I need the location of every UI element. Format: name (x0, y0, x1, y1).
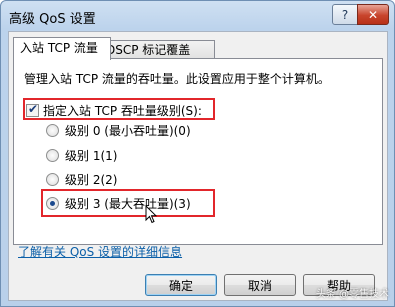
cancel-button[interactable]: 取消 (224, 274, 296, 296)
window-title: 高级 QoS 设置 (9, 12, 96, 27)
description-text: 管理入站 TCP 流量的吞吐量。此设置应用于整个计算机。 (24, 72, 330, 86)
radio-label: 级别 0 (最小吞吐量)(0) (65, 124, 191, 138)
close-icon: ✕ (367, 7, 379, 22)
question-mark-icon: ? (341, 7, 349, 22)
highlight-box-level-3 (41, 189, 215, 217)
tab-inbound-tcp[interactable]: 入站 TCP 流量 (13, 37, 111, 60)
radio-level-2[interactable]: 级别 2(2) (46, 171, 117, 188)
dialog-client-area: 入站 TCP 流量 DSCP 标记覆盖 管理入站 TCP 流量的吞吐量。此设置应… (8, 31, 388, 301)
radio-level-0[interactable]: 级别 0 (最小吞吐量)(0) (46, 122, 191, 139)
radio-button[interactable] (46, 149, 59, 162)
tab-panel: 管理入站 TCP 流量的吞吐量。此设置应用于整个计算机。 ✔ 指定入站 TCP … (13, 58, 383, 245)
radio-button[interactable] (46, 173, 59, 186)
close-button[interactable]: ✕ (357, 4, 389, 25)
ok-button[interactable]: 确定 (145, 274, 217, 296)
radio-level-1[interactable]: 级别 1(1) (46, 147, 117, 164)
watermark-text: 头条 @零售技术 (315, 289, 389, 300)
title-bar[interactable]: 高级 QoS 设置 ? ✕ (1, 1, 394, 31)
dialog-window: 高级 QoS 设置 ? ✕ 入站 TCP 流量 DSCP 标记覆盖 管理入站 T… (0, 0, 395, 307)
mouse-cursor-icon (145, 205, 157, 224)
highlight-box-checkbox (23, 98, 215, 120)
radio-button[interactable] (46, 124, 59, 137)
radio-label: 级别 2(2) (65, 173, 118, 187)
radio-label: 级别 1(1) (65, 149, 118, 163)
help-caption-button[interactable]: ? (332, 4, 358, 25)
learn-more-qos-link[interactable]: 了解有关 QoS 设置的详细信息 (18, 243, 182, 260)
tab-dscp-override[interactable]: DSCP 标记覆盖 (99, 40, 215, 59)
